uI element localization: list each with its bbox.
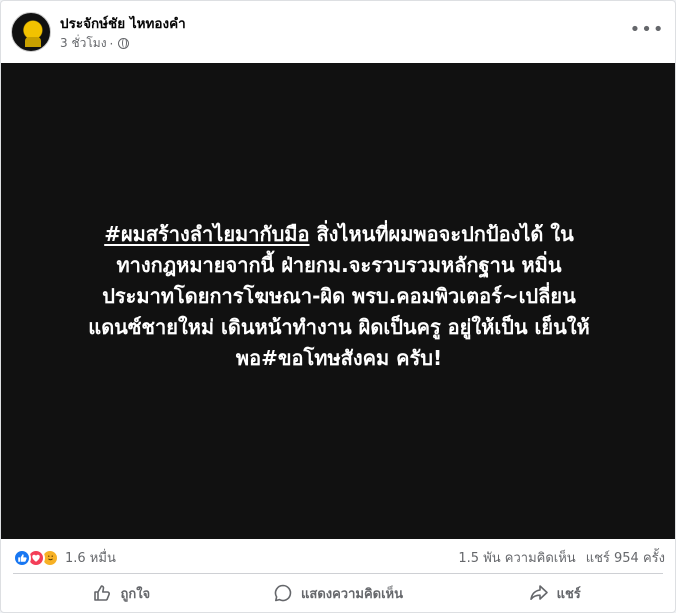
meta-separator: · [109,36,114,51]
comment-button[interactable]: แสดงความคิดเห็น [230,575,447,611]
post-header: ประจักษ์ชัย ไหทองคำ 3 ชั่วโมง · ••• [1,1,675,63]
image-text-line-1-rest: สิ่งไหนที่ผมพอจะปกป้องได้ ใน [309,222,574,246]
reactions-summary[interactable]: 1.6 หมื่น [13,547,116,568]
share-count[interactable]: แชร์ 954 ครั้ง [586,547,665,568]
comment-bubble-icon [274,584,292,602]
actions-divider [13,573,663,574]
share-label: แชร์ [556,586,581,602]
like-reaction-icon [13,548,31,567]
like-label: ถูกใจ [120,586,151,602]
engagement-counts: 1.5 พัน ความคิดเห็น แชร์ 954 ครั้ง [458,547,665,568]
thumbs-up-icon [94,585,111,601]
post-card: ประจักษ์ชัย ไหทองคำ 3 ชั่วโมง · ••• #ผมส… [0,0,676,613]
globe-icon [118,38,130,49]
post-time[interactable]: 3 ชั่วโมง [60,34,107,53]
more-options-button[interactable]: ••• [630,17,664,41]
image-text-line-2: ทางกฎหมายจากนี้ ฝ่ายกม.จะรวบรวมหลักฐาน ห… [116,253,562,277]
more-horizontal-icon: ••• [629,18,665,40]
share-button[interactable]: แชร์ [446,575,663,611]
image-text-line-5: พอ#ขอโทษสังคม ครับ! [235,346,443,370]
hashtag-link: #ผมสร้างลำไยมากับมือ [104,222,310,246]
image-text-line-4: แดนซ์ชายใหม่ เดินหน้าทำงาน ผิดเป็นครู อย… [88,315,590,339]
comment-label: แสดงความคิดเห็น [301,586,404,602]
image-text-line-1: #ผมสร้างลำไยมากับมือ สิ่งไหนที่ผมพอจะปกป… [21,219,657,250]
reaction-count: 1.6 หมื่น [65,551,116,566]
post-actions: ถูกใจ แสดงความคิดเห็น แชร์ [13,575,663,611]
post-stats: 1.6 หมื่น 1.5 พัน ความคิดเห็น แชร์ 954 ค… [1,539,675,573]
image-text: #ผมสร้างลำไยมากับมือ สิ่งไหนที่ผมพอจะปกป… [21,219,657,374]
author-avatar[interactable] [11,12,51,52]
comment-count[interactable]: 1.5 พัน ความคิดเห็น [458,547,575,568]
post-meta: 3 ชั่วโมง · [60,34,130,53]
share-arrow-icon [529,585,548,600]
post-image[interactable]: #ผมสร้างลำไยมากับมือ สิ่งไหนที่ผมพอจะปกป… [1,63,675,539]
image-text-line-3: ประมาทโดยการโฆษณา-ผิด พรบ.คอมพิวเตอร์~เป… [102,284,576,308]
like-button[interactable]: ถูกใจ [13,575,230,611]
author-name[interactable]: ประจักษ์ชัย ไหทองคำ [60,12,186,34]
